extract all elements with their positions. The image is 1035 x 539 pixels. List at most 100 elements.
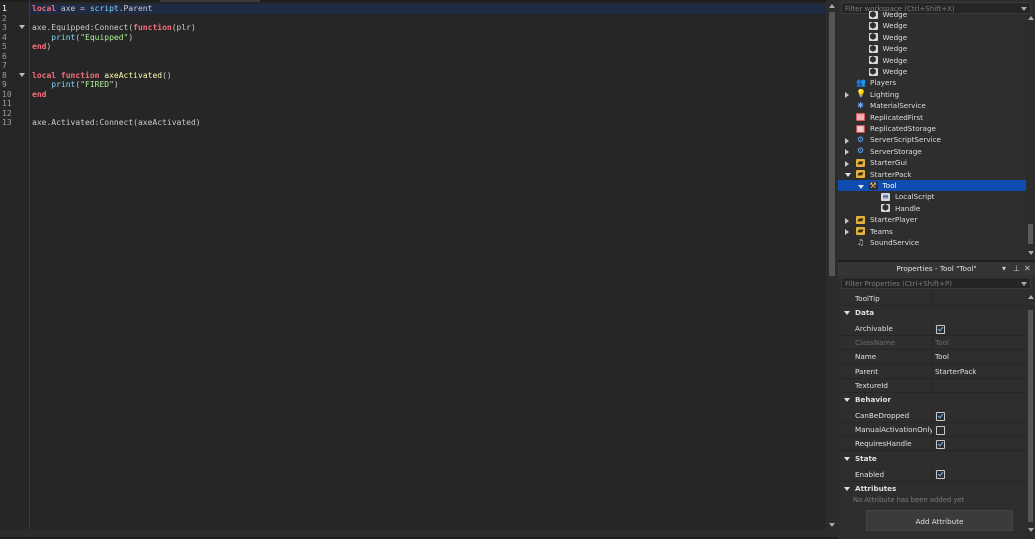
- line-number-row: 13: [0, 118, 30, 128]
- pin-icon[interactable]: ⊥: [1013, 262, 1020, 276]
- explorer-item[interactable]: ⬢ Wedge: [838, 55, 1026, 66]
- explorer-item[interactable]: ⬢ Wedge: [838, 66, 1026, 77]
- explorer-item[interactable]: ✱ MaterialService: [838, 100, 1026, 111]
- explorer-item[interactable]: ⬢ Wedge: [838, 20, 1026, 31]
- line-number-row: 7: [0, 61, 30, 71]
- line-number: 9: [2, 80, 7, 89]
- editor-vertical-scrollbar[interactable]: [826, 0, 838, 537]
- property-row[interactable]: Enabled: [838, 467, 1026, 482]
- property-row[interactable]: TextureId: [838, 378, 1026, 393]
- property-value[interactable]: Tool: [935, 336, 949, 349]
- line-number-row: 11: [0, 99, 30, 109]
- property-checkbox[interactable]: [936, 324, 945, 334]
- explorer-item[interactable]: ⬢ Wedge: [838, 43, 1026, 54]
- explorer-item[interactable]: ▰ Teams: [838, 226, 1026, 237]
- explorer-item[interactable]: ▰ StarterPack: [838, 169, 1026, 180]
- code-area[interactable]: local axe = script.Parent axe.Equipped:Co…: [30, 4, 826, 128]
- explorer-item[interactable]: ▦ ReplicatedStorage: [838, 123, 1026, 134]
- fold-arrow-icon[interactable]: [19, 25, 25, 29]
- property-row[interactable]: Archivable: [838, 322, 1026, 336]
- explorer-item[interactable]: ≡ LocalScript: [838, 191, 1026, 202]
- scroll-up-icon[interactable]: [1028, 16, 1034, 20]
- chevron-right-icon[interactable]: [845, 92, 849, 99]
- chevron-down-icon[interactable]: [1021, 282, 1027, 286]
- code-line[interactable]: end): [30, 42, 826, 52]
- property-category-header[interactable]: Data: [838, 306, 1026, 320]
- property-name: TextureId: [855, 380, 888, 390]
- property-checkbox[interactable]: [936, 470, 945, 480]
- property-row[interactable]: ManualActivationOnly: [838, 423, 1026, 438]
- property-checkbox[interactable]: [936, 425, 945, 435]
- editor-horizontal-scrollbar[interactable]: [0, 530, 826, 537]
- code-line[interactable]: [30, 61, 826, 71]
- explorer-item[interactable]: ⬢ Handle: [838, 203, 1026, 214]
- code-line[interactable]: end: [30, 90, 826, 100]
- scroll-down-icon[interactable]: [1028, 251, 1034, 255]
- explorer-item[interactable]: ⚙ ServerScriptService: [838, 134, 1026, 145]
- code-line[interactable]: print("FIRED"): [30, 80, 826, 90]
- explorer-item[interactable]: 💡 Lighting: [838, 89, 1026, 100]
- explorer-item[interactable]: ⚙ ServerStorage: [838, 146, 1026, 157]
- property-row[interactable]: RequiresHandle: [838, 437, 1026, 452]
- chevron-down-icon[interactable]: ▾: [1002, 262, 1006, 276]
- property-row[interactable]: ClassName Tool: [838, 336, 1026, 351]
- code-line[interactable]: local function axeActivated(): [30, 71, 826, 81]
- script-editor[interactable]: 1 2 3 4 5 6 7 8 9 10 11 12 13 local axe = script.Par…: [0, 0, 826, 537]
- explorer-item[interactable]: ⚒ Tool: [838, 180, 1026, 192]
- scroll-up-icon[interactable]: [1028, 295, 1034, 299]
- properties-filter-input[interactable]: Filter Properties (Ctrl+Shift+P): [841, 277, 1031, 289]
- property-category-header[interactable]: State: [838, 452, 1026, 466]
- scroll-up-icon[interactable]: [829, 4, 835, 8]
- property-row[interactable]: CanBeDropped: [838, 409, 1026, 423]
- explorer-item[interactable]: 👥 Players: [838, 77, 1026, 88]
- code-line[interactable]: [30, 109, 826, 119]
- chevron-down-icon[interactable]: [844, 486, 850, 491]
- chevron-down-icon[interactable]: [844, 398, 850, 402]
- chevron-right-icon[interactable]: [845, 137, 849, 144]
- explorer-item[interactable]: ▤ ReplicatedFirst: [838, 112, 1026, 123]
- chevron-down-icon[interactable]: [844, 311, 850, 315]
- property-row[interactable]: ToolTip: [838, 292, 1026, 306]
- code-line[interactable]: [30, 14, 826, 24]
- explorer-item[interactable]: ⬢ Wedge: [838, 32, 1026, 43]
- chevron-right-icon[interactable]: [845, 160, 849, 167]
- chevron-down-icon[interactable]: [845, 173, 851, 178]
- properties-scrollbar[interactable]: [1026, 292, 1035, 539]
- property-checkbox[interactable]: [936, 411, 945, 421]
- code-line[interactable]: axe.Activated:Connect(axeActivated): [30, 118, 826, 128]
- scroll-down-icon[interactable]: [1028, 528, 1034, 532]
- property-category-header[interactable]: Behavior: [838, 393, 1026, 407]
- property-value[interactable]: StarterPack: [935, 365, 976, 378]
- property-category-header[interactable]: Attributes: [838, 482, 1026, 496]
- editor-tab-strip: [0, 0, 826, 2]
- chevron-right-icon[interactable]: [845, 229, 849, 236]
- explorer-item-label: StarterPlayer: [870, 215, 918, 225]
- chevron-down-icon[interactable]: [857, 184, 864, 189]
- code-line[interactable]: local axe = script.Parent: [30, 4, 826, 14]
- chevron-down-icon[interactable]: [844, 456, 850, 461]
- explorer-panel: Filter workspace (Ctrl+Shift+X) ⬢ Wedge ⬢ W…: [838, 0, 1035, 258]
- code-token: print: [51, 80, 76, 89]
- code-line[interactable]: [30, 99, 826, 109]
- code-line[interactable]: axe.Equipped:Connect(function(plr): [30, 23, 826, 33]
- close-icon[interactable]: ✕: [1024, 262, 1031, 276]
- property-row[interactable]: Name Tool: [838, 350, 1026, 365]
- chevron-right-icon[interactable]: [845, 149, 849, 156]
- property-row[interactable]: Parent StarterPack: [838, 364, 1026, 379]
- editor-scroll-thumb[interactable]: [829, 12, 835, 276]
- property-checkbox[interactable]: [936, 439, 945, 449]
- explorer-item[interactable]: ⬢ Wedge: [838, 9, 1026, 20]
- explorer-item[interactable]: ♫ SoundService: [838, 237, 1026, 248]
- chevron-right-icon[interactable]: [845, 217, 849, 224]
- scroll-down-icon[interactable]: [829, 523, 835, 527]
- explorer-item[interactable]: ▰ StarterGui: [838, 157, 1026, 168]
- fold-arrow-icon[interactable]: [19, 72, 25, 77]
- add-attribute-button[interactable]: Add Attribute: [866, 510, 1013, 531]
- code-line[interactable]: [30, 52, 826, 62]
- property-value[interactable]: Tool: [935, 350, 949, 363]
- explorer-item[interactable]: ▰ StarterPlayer: [838, 214, 1026, 225]
- explorer-scroll-thumb[interactable]: [1028, 224, 1033, 244]
- explorer-scrollbar[interactable]: [1026, 14, 1035, 258]
- properties-scroll-thumb[interactable]: [1028, 310, 1033, 522]
- code-line[interactable]: print("Equipped"): [30, 33, 826, 43]
